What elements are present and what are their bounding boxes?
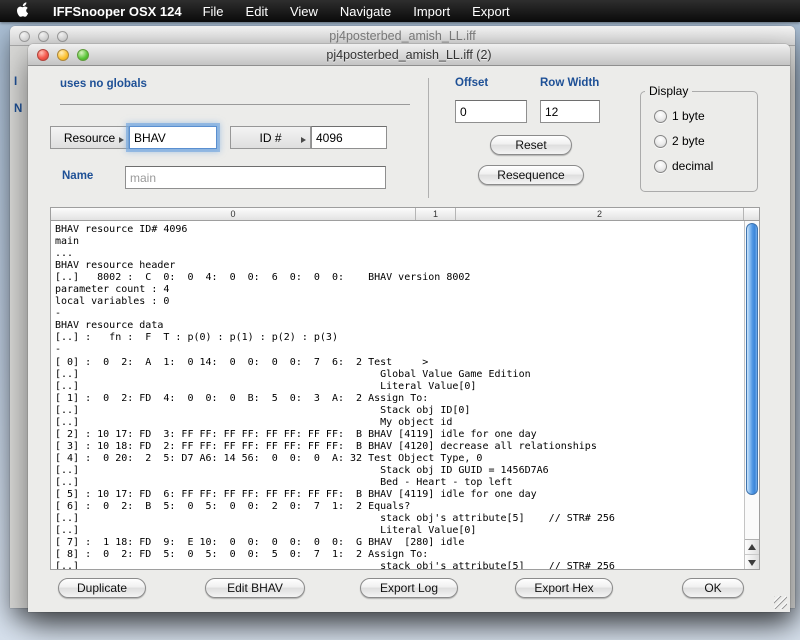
- dropdown-arrow-icon: [301, 137, 306, 143]
- background-title-bar[interactable]: pj4posterbed_amish_LL.iff: [10, 26, 795, 46]
- row-width-label: Row Width: [540, 77, 599, 89]
- zoom-button[interactable]: [77, 49, 89, 61]
- offset-input[interactable]: [455, 100, 527, 123]
- duplicate-button[interactable]: Duplicate: [58, 578, 146, 598]
- vertical-divider: [428, 78, 429, 198]
- background-id-label-partial: I: [14, 76, 17, 88]
- up-arrow-icon: [748, 544, 756, 550]
- dropdown-arrow-icon: [119, 137, 124, 143]
- hex-dump-text: BHAV resource ID# 4096 main ... BHAV res…: [55, 224, 615, 570]
- export-hex-button[interactable]: Export Hex: [515, 578, 613, 598]
- column-header-0[interactable]: 0: [51, 208, 416, 220]
- menu-item-import[interactable]: Import: [402, 0, 461, 22]
- export-log-button[interactable]: Export Log: [360, 578, 458, 598]
- apple-icon: [16, 2, 29, 21]
- resource-type-label: Resource: [64, 131, 115, 145]
- menu-bar: IFFSnooper OSX 124 File Edit View Naviga…: [0, 0, 800, 22]
- menu-item-navigate[interactable]: Navigate: [329, 0, 402, 22]
- globals-note: uses no globals: [60, 78, 147, 90]
- resource-type-dropdown[interactable]: Resource: [50, 126, 129, 149]
- title-bar[interactable]: pj4posterbed_amish_LL.iff (2): [28, 44, 790, 66]
- resequence-button[interactable]: Resequence: [478, 165, 584, 185]
- resource-id-input[interactable]: [311, 126, 387, 149]
- down-arrow-icon: [748, 560, 756, 566]
- menu-item-edit[interactable]: Edit: [235, 0, 279, 22]
- hex-table-header: 0 1 2: [50, 207, 760, 221]
- app-menu[interactable]: IFFSnooper OSX 124: [43, 0, 192, 22]
- window-title: pj4posterbed_amish_LL.iff (2): [28, 44, 790, 66]
- radio-label: 1 byte: [672, 109, 705, 123]
- window-controls: [37, 49, 89, 61]
- scrollbar-arrows: [745, 539, 759, 569]
- column-header-scroll-spacer: [744, 208, 759, 220]
- edit-bhav-button[interactable]: Edit BHAV: [205, 578, 305, 598]
- close-button[interactable]: [19, 31, 30, 42]
- column-header-2[interactable]: 2: [456, 208, 744, 220]
- row-width-input[interactable]: [540, 100, 600, 123]
- background-window-controls: [19, 31, 68, 42]
- menu-item-view[interactable]: View: [279, 0, 329, 22]
- minimize-button[interactable]: [38, 31, 49, 42]
- display-group-label: Display: [645, 84, 692, 98]
- radio-icon[interactable]: [654, 110, 667, 123]
- background-window-title: pj4posterbed_amish_LL.iff: [10, 26, 795, 46]
- divider: [60, 104, 410, 105]
- apple-menu[interactable]: [0, 0, 43, 22]
- resource-type-input[interactable]: [129, 126, 217, 149]
- hex-dump-view[interactable]: BHAV resource ID# 4096 main ... BHAV res…: [50, 221, 760, 570]
- radio-icon[interactable]: [654, 135, 667, 148]
- resource-id-dropdown[interactable]: ID #: [230, 126, 311, 149]
- display-group: Display 1 byte 2 byte decimal: [640, 84, 758, 192]
- menu-item-export[interactable]: Export: [461, 0, 521, 22]
- name-input[interactable]: [125, 166, 386, 189]
- vertical-scrollbar[interactable]: [744, 221, 759, 569]
- resize-grip-icon[interactable]: [774, 596, 787, 609]
- column-header-1[interactable]: 1: [416, 208, 456, 220]
- radio-option-decimal[interactable]: decimal: [654, 159, 757, 173]
- scroll-up-button[interactable]: [745, 540, 759, 555]
- reset-button[interactable]: Reset: [490, 135, 572, 155]
- radio-option-2byte[interactable]: 2 byte: [654, 134, 757, 148]
- radio-label: 2 byte: [672, 134, 705, 148]
- close-button[interactable]: [37, 49, 49, 61]
- radio-option-1byte[interactable]: 1 byte: [654, 109, 757, 123]
- scrollbar-thumb[interactable]: [746, 223, 758, 495]
- background-name-label-partial: N: [14, 103, 22, 115]
- menu-item-file[interactable]: File: [192, 0, 235, 22]
- minimize-button[interactable]: [57, 49, 69, 61]
- offset-label: Offset: [455, 77, 488, 89]
- zoom-button[interactable]: [57, 31, 68, 42]
- scroll-down-button[interactable]: [745, 555, 759, 570]
- main-window: pj4posterbed_amish_LL.iff (2) uses no gl…: [28, 44, 790, 612]
- resource-id-label: ID #: [259, 131, 281, 145]
- desktop: IFFSnooper OSX 124 File Edit View Naviga…: [0, 0, 800, 640]
- ok-button[interactable]: OK: [682, 578, 744, 598]
- name-label: Name: [62, 170, 93, 182]
- radio-icon[interactable]: [654, 160, 667, 173]
- radio-label: decimal: [672, 159, 713, 173]
